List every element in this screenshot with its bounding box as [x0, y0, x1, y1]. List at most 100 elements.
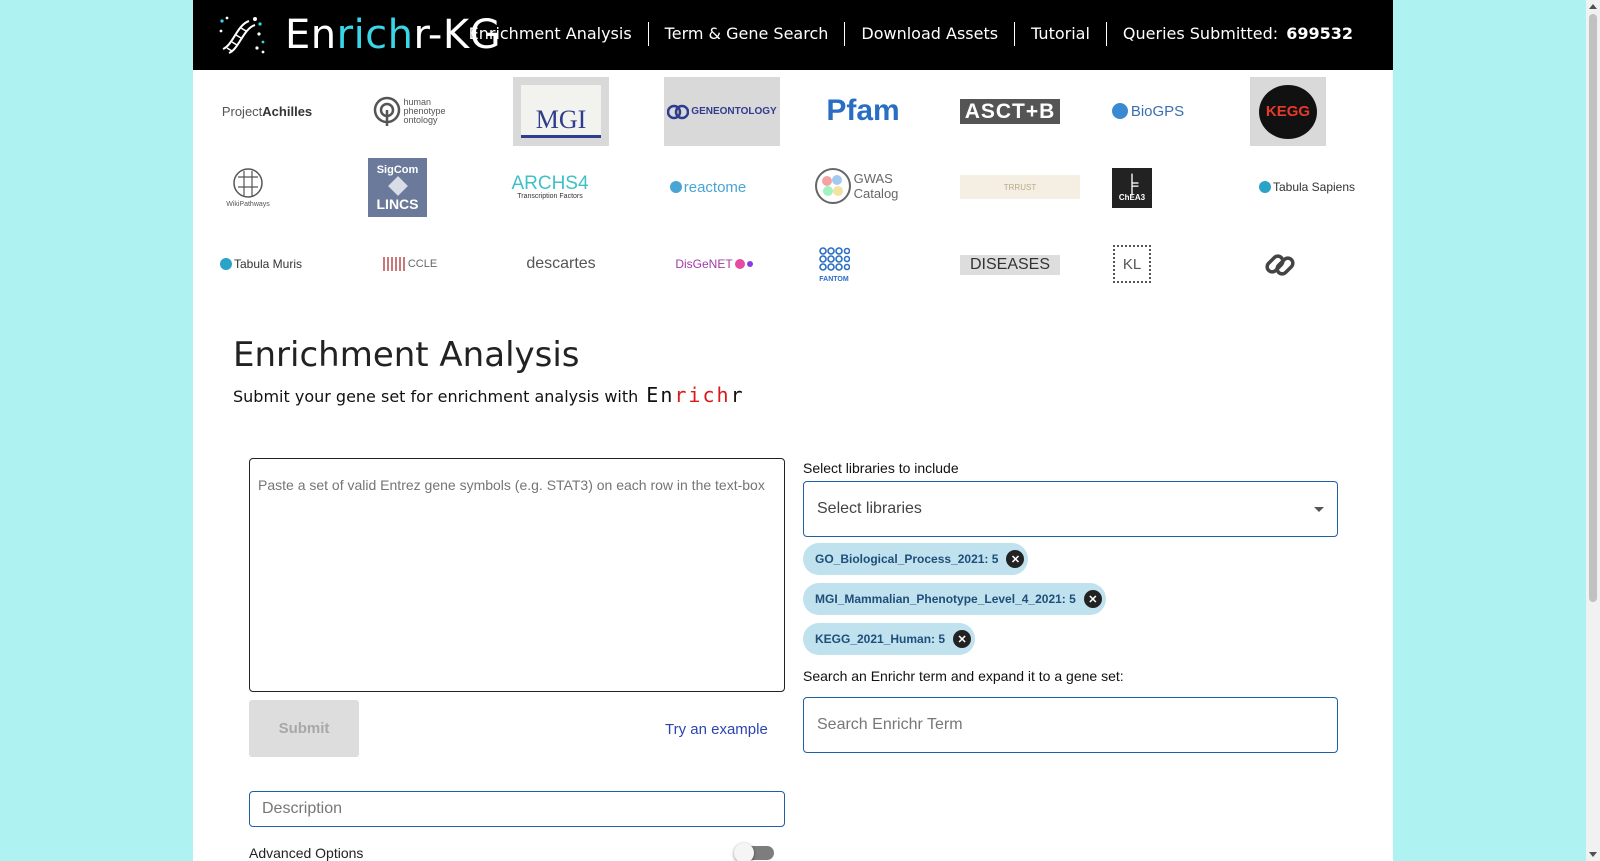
description-input[interactable]: Description: [249, 791, 785, 827]
logo-asct-b[interactable]: ASCT+B: [960, 99, 1060, 124]
logo-text: MGI: [535, 105, 587, 134]
logo-text: descartes: [526, 255, 596, 272]
wordmark-part: r: [730, 383, 745, 407]
logo-tabula-muris[interactable]: Tabula Muris: [217, 252, 305, 276]
submit-button[interactable]: Submit: [249, 700, 359, 757]
logo-gene-ontology[interactable]: GENEONTOLOGY: [664, 77, 780, 146]
logo-mgi[interactable]: MGI: [513, 77, 609, 146]
chip-label: KEGG_2021_Human: 5: [815, 632, 946, 646]
brand-name-highlight: rich: [336, 12, 414, 58]
logo-tabula-sapiens[interactable]: Tabula Sapiens: [1257, 175, 1357, 199]
logo-hpo[interactable]: human phenotype ontology: [367, 77, 452, 145]
scroll-up-icon[interactable]: [1589, 4, 1597, 9]
library-chip: MGI_Mammalian_Phenotype_Level_4_2021: 5 …: [803, 583, 1106, 615]
queries-count: 699532: [1286, 24, 1353, 43]
try-example-link[interactable]: Try an example: [665, 721, 768, 738]
logo-pfam[interactable]: Pfam: [813, 77, 913, 145]
search-term-input[interactable]: Search Enrichr Term: [803, 697, 1338, 753]
logo-text: Achilles: [262, 103, 313, 119]
logo-trrust[interactable]: TRRUST: [960, 175, 1080, 199]
nav-term-gene-search[interactable]: Term & Gene Search: [647, 22, 845, 46]
logo-chea3[interactable]: ╞ ChEA3: [1112, 168, 1152, 208]
page-scrollbar[interactable]: [1586, 0, 1600, 861]
logo-text: Tabula Sapiens: [1272, 180, 1356, 194]
remove-chip-icon[interactable]: ✕: [1006, 550, 1025, 568]
dropdown-caret-icon: [1314, 506, 1324, 512]
advanced-options-toggle[interactable]: [734, 843, 774, 861]
page-title: Enrichment Analysis: [233, 335, 580, 375]
wikipathways-icon: [233, 167, 263, 198]
queries-submitted: Queries Submitted: 699532: [1105, 22, 1369, 46]
logo-diseases[interactable]: DISEASES: [960, 255, 1060, 275]
logo-text: TRRUST: [1003, 182, 1037, 192]
scrollbar-thumb[interactable]: [1589, 14, 1597, 602]
logo-text: GENEONTOLOGY: [691, 106, 777, 117]
disgenet-dot-icon: [734, 259, 745, 269]
logo-text: Tabula Muris: [233, 257, 303, 271]
logo-ccle[interactable]: CCLE: [368, 255, 452, 273]
logo-gwas-catalog[interactable]: GWAS Catalog: [813, 166, 899, 206]
link-icon: [1265, 254, 1295, 276]
nav-download-assets[interactable]: Download Assets: [844, 22, 1014, 46]
tabula-icon: [219, 258, 232, 270]
logo-text: GWAS: [853, 171, 893, 186]
logo-project-achilles[interactable]: Project Achilles: [217, 77, 317, 145]
lincs-diamond-icon: [387, 175, 408, 196]
logo-text: ASCT+B: [964, 99, 1056, 123]
search-term-label: Search an Enrichr term and expand it to …: [803, 668, 1124, 684]
logo-text: SigCom: [376, 163, 419, 176]
scroll-down-icon[interactable]: [1589, 852, 1597, 857]
logo-fantom[interactable]: FANTOM: [816, 244, 852, 284]
logo-text: KL: [1122, 255, 1142, 273]
remove-chip-icon[interactable]: ✕: [1083, 590, 1102, 608]
brand-name-part: En: [285, 12, 337, 58]
libraries-label: Select libraries to include: [803, 460, 959, 476]
logo-sigcom-lincs[interactable]: SigCom LINCS: [368, 158, 427, 217]
nav-tutorial[interactable]: Tutorial: [1014, 22, 1106, 46]
libraries-select-placeholder: Select libraries: [817, 500, 922, 517]
page: Enrichr-KG Enrichment Analysis Term & Ge…: [193, 0, 1393, 861]
logo-link[interactable]: [1260, 245, 1300, 285]
fantom-grid-icon: [819, 246, 850, 271]
top-navbar: Enrichr-KG Enrichment Analysis Term & Ge…: [193, 0, 1393, 70]
libraries-select[interactable]: Select libraries: [803, 481, 1338, 537]
logo-biogps[interactable]: BioGPS: [1106, 77, 1190, 145]
logo-descartes[interactable]: descartes: [513, 252, 609, 276]
gene-list-textarea[interactable]: [249, 458, 785, 692]
disgenet-dot-icon: [746, 261, 753, 267]
logo-text: ontology: [403, 114, 438, 125]
logo-text: Catalog: [853, 186, 899, 201]
logo-text: CCLE: [407, 258, 438, 270]
hpo-icon: [374, 96, 401, 126]
chea3-glyph-icon: ╞: [1125, 173, 1139, 194]
reactome-icon: [669, 181, 682, 193]
chip-label: MGI_Mammalian_Phenotype_Level_4_2021: 5: [815, 592, 1076, 606]
gwas-icon: [814, 168, 851, 204]
logo-text: Transcription Factors: [517, 192, 583, 200]
logo-text: FANTOM: [819, 275, 849, 283]
logo-kegg[interactable]: KEGG: [1250, 77, 1326, 146]
logo-text: ARCHS4: [511, 172, 589, 194]
enrichr-wordmark: Enrichr: [646, 383, 744, 407]
logo-reactome[interactable]: reactome: [664, 175, 752, 199]
logo-text: DISEASES: [969, 256, 1051, 273]
logo-text: Pfam: [826, 94, 900, 127]
logo-archs4[interactable]: ARCHS4 Transcription Factors: [511, 172, 589, 202]
advanced-options-label: Advanced Options: [249, 845, 364, 861]
page-subtitle: Submit your gene set for enrichment anal…: [233, 383, 745, 407]
logo-text: LINCS: [376, 195, 419, 212]
library-chip: KEGG_2021_Human: 5 ✕: [803, 623, 976, 655]
globe-icon: [1111, 103, 1128, 119]
logo-text: ChEA3: [1118, 192, 1146, 202]
logo-wikipathways[interactable]: WikiPathways: [217, 159, 279, 215]
nav-enrichment-analysis[interactable]: Enrichment Analysis: [453, 22, 648, 46]
logo-text: BioGPS: [1130, 102, 1185, 120]
logo-disgenet[interactable]: DisGeNET: [664, 252, 764, 276]
logo-text: Project: [221, 103, 263, 119]
toggle-knob: [734, 843, 754, 861]
dna-logo-icon: [219, 16, 265, 54]
wordmark-highlight: rich: [674, 383, 731, 407]
tabula-icon: [1258, 181, 1271, 193]
remove-chip-icon[interactable]: ✕: [953, 630, 972, 648]
logo-kl[interactable]: KL: [1113, 245, 1151, 283]
